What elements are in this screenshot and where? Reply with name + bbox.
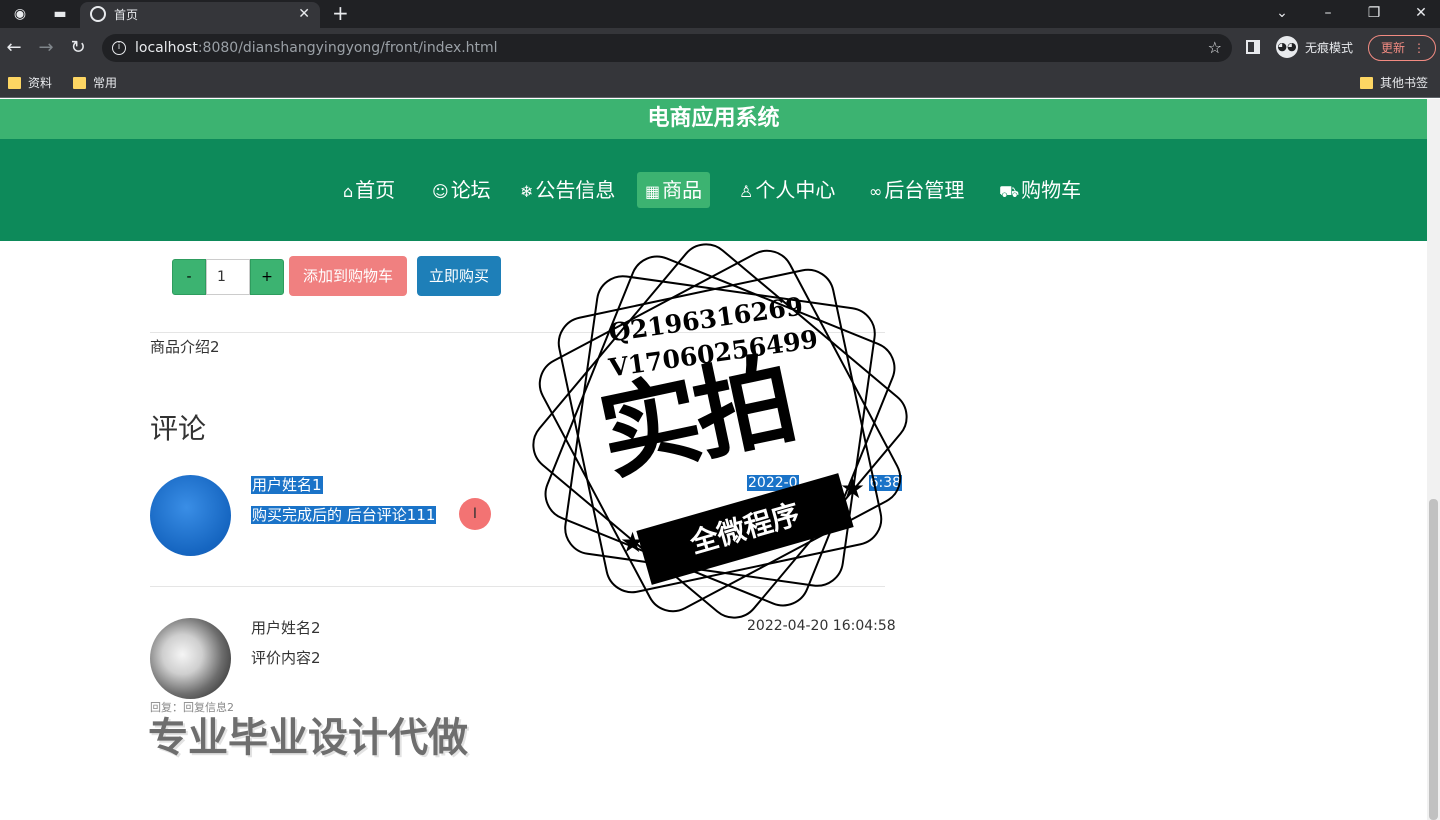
browser-toolbar: ← → ↻ i localhost:8080/dianshangyingyong…: [0, 28, 1440, 68]
window-icon[interactable]: ▬: [50, 4, 70, 24]
update-button[interactable]: 更新 ⋮: [1368, 35, 1436, 61]
quantity-minus-button[interactable]: -: [172, 259, 206, 295]
folder-icon: [1360, 77, 1373, 89]
incognito-label: 无痕模式: [1305, 41, 1354, 55]
site-header: 电商应用系统: [0, 99, 1427, 139]
bookmark-folder-2[interactable]: 常用: [73, 74, 117, 92]
nav-admin[interactable]: ∞ 后台管理: [861, 172, 972, 208]
scrollbar[interactable]: [1427, 99, 1440, 820]
reload-icon[interactable]: ↻: [68, 38, 88, 58]
address-bar[interactable]: i localhost:8080/dianshangyingyong/front…: [102, 34, 1232, 62]
nav-notice[interactable]: ❄ 公告信息: [512, 172, 623, 208]
tab-title: 首页: [114, 8, 139, 22]
nav-goods[interactable]: ▦ 商品: [637, 172, 711, 208]
star-icon: ★: [840, 472, 866, 505]
product-intro: 商品介绍2: [150, 338, 220, 356]
browser-tab-strip: ◉ ▬ 首页 ✕ + ⌄ – ❐ ✕: [0, 0, 1440, 28]
new-tab-icon[interactable]: +: [332, 2, 349, 24]
tab-favicon-icon: [90, 6, 106, 22]
site-title: 电商应用系统: [647, 106, 780, 131]
forward-icon[interactable]: →: [36, 38, 56, 58]
buy-now-button[interactable]: 立即购买: [417, 256, 501, 296]
site-info-icon[interactable]: i: [112, 41, 126, 55]
goods-icon: ▦: [645, 182, 661, 201]
user-icon: ♙: [739, 182, 754, 201]
tab-search-icon[interactable]: ⌄: [1271, 3, 1293, 23]
comment-user-name: 用户姓名2: [251, 619, 321, 637]
quantity-plus-button[interactable]: +: [250, 259, 284, 295]
forum-icon: ☺: [432, 182, 449, 201]
home-icon: ⌂: [343, 182, 354, 201]
watermark-stamp: Q2196316269 V17060256499 实拍 全微程序 ★ ★: [528, 239, 912, 623]
quantity-input[interactable]: 1: [206, 259, 250, 295]
star-icon: ★: [620, 526, 646, 559]
close-tab-icon[interactable]: ✕: [298, 5, 310, 23]
add-to-cart-button[interactable]: 添加到购物车: [289, 256, 407, 296]
page-viewport: 电商应用系统 ⌂ 首页 ☺ 论坛 ❄ 公告信息 ▦ 商品 ♙ 个人中心 ∞ 后台管理 ⛟ 购物…: [0, 99, 1427, 820]
bookmark-folder-1[interactable]: 资料: [8, 74, 52, 92]
comment-user-name: 用户姓名1: [251, 476, 323, 494]
comments-title: 评论: [150, 412, 207, 445]
main-nav: ⌂ 首页 ☺ 论坛 ❄ 公告信息 ▦ 商品 ♙ 个人中心 ∞ 后台管理 ⛟ 购物车: [0, 139, 1427, 241]
incognito-icon[interactable]: ◕◕: [1276, 36, 1298, 58]
nav-forum[interactable]: ☺ 论坛: [424, 172, 499, 208]
nav-profile[interactable]: ♙ 个人中心: [731, 172, 843, 208]
side-panel-icon[interactable]: [1246, 40, 1260, 54]
comment-text: 购买完成后的 后台评论111: [251, 506, 437, 524]
avatar: [150, 618, 231, 699]
back-icon[interactable]: ←: [4, 38, 24, 58]
notice-icon: ❄: [520, 182, 534, 201]
link-icon: ∞: [869, 182, 883, 201]
avatar: [150, 475, 231, 556]
folder-icon: [8, 77, 21, 89]
text-cursor-icon: I: [459, 498, 491, 530]
bookmark-star-icon[interactable]: ☆: [1208, 38, 1222, 58]
more-icon: ⋮: [1413, 41, 1425, 55]
browser-tab[interactable]: 首页 ✕: [80, 2, 320, 28]
bookmarks-bar: 资料 常用 其他书签: [0, 68, 1440, 98]
globe-icon[interactable]: ◉: [10, 4, 30, 24]
nav-home[interactable]: ⌂ 首页: [335, 172, 403, 208]
scrollbar-thumb[interactable]: [1429, 499, 1438, 820]
folder-icon: [73, 77, 86, 89]
close-window-icon[interactable]: ✕: [1410, 3, 1432, 23]
other-bookmarks[interactable]: 其他书签: [1360, 74, 1428, 92]
watermark-bottom: 专业毕业设计代做: [148, 715, 468, 761]
minimize-icon[interactable]: –: [1317, 3, 1339, 23]
url-text: localhost:8080/dianshangyingyong/front/i…: [135, 40, 498, 56]
nav-cart[interactable]: ⛟ 购物车: [991, 172, 1089, 208]
restore-icon[interactable]: ❐: [1363, 3, 1385, 23]
cart-icon: ⛟: [999, 182, 1020, 201]
comment-text: 评价内容2: [251, 649, 321, 667]
